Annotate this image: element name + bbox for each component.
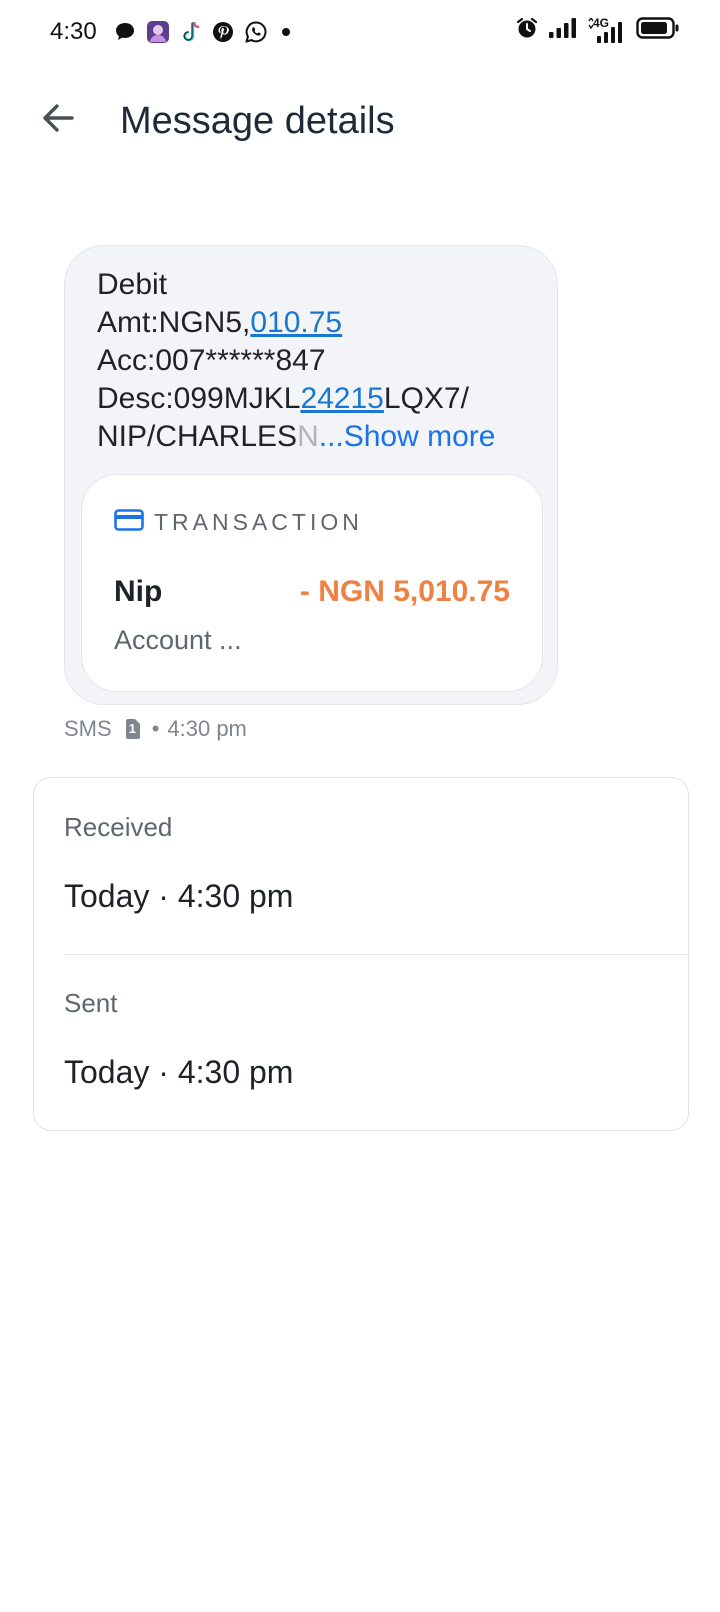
message-text: Acc:007******847 (97, 344, 326, 377)
meta-separator: • (151, 716, 160, 741)
received-value: Today · 4:30 pm (64, 878, 294, 914)
message-line: Debit (97, 266, 537, 304)
message-line: Acc:007******847 (97, 342, 537, 380)
message-line: NIP/CHARLESN...Show more (97, 418, 537, 456)
notification-icons (114, 17, 294, 47)
transaction-header: TRANSACTION (114, 509, 363, 536)
sent-value: Today · 4:30 pm (64, 1054, 294, 1090)
message-text: NIP/CHARLES (97, 420, 298, 453)
more-dot-icon (278, 17, 294, 47)
message-time: 4:30 pm (167, 716, 247, 741)
received-label: Received (64, 812, 173, 842)
back-arrow-icon (40, 100, 76, 141)
message-body[interactable]: Debit Amt:NGN5,010.75 Acc:007******847 D… (97, 266, 537, 456)
message-text: Debit (97, 268, 168, 301)
signal-icon (548, 17, 578, 44)
message-text: LQX7/ (383, 382, 469, 415)
message-bubble-icon (114, 17, 136, 47)
message-text: Amt:NGN5, (97, 306, 251, 339)
sim-1-icon: 1 (124, 718, 144, 740)
sim-number: 1 (128, 721, 136, 736)
system-indicators: 4G (515, 16, 680, 45)
message-bubble[interactable]: Debit Amt:NGN5,010.75 Acc:007******847 D… (64, 245, 558, 705)
transaction-card[interactable]: TRANSACTION Nip - NGN 5,010.75 Account .… (81, 474, 543, 692)
message-line: Amt:NGN5,010.75 (97, 304, 537, 342)
app-bar: Message details (0, 80, 720, 164)
transaction-label: TRANSACTION (154, 509, 363, 535)
battery-icon (636, 16, 680, 45)
credit-card-icon (114, 509, 144, 536)
divider (64, 954, 688, 955)
details-card: Received Today · 4:30 pm Sent Today · 4:… (33, 777, 689, 1131)
avatar-app-icon (146, 17, 170, 47)
alarm-icon (515, 16, 539, 45)
message-type: SMS (64, 716, 112, 741)
4g-signal-icon: 4G (587, 16, 627, 44)
amount-link[interactable]: 010.75 (250, 306, 342, 339)
message-meta: SMS 1 • 4:30 pm (64, 716, 247, 742)
back-button[interactable] (30, 92, 86, 148)
status-bar: 4:30 4G (0, 0, 720, 66)
status-time: 4:30 (50, 18, 97, 45)
transaction-amount: - NGN 5,010.75 (299, 575, 510, 608)
page-title: Message details (120, 100, 395, 142)
sent-label: Sent (64, 988, 118, 1018)
faded-text: N (297, 420, 319, 453)
tiktok-icon (180, 17, 202, 47)
number-link[interactable]: 24215 (300, 382, 383, 415)
transaction-name: Nip (114, 575, 163, 608)
show-more-link[interactable]: ...Show more (319, 420, 496, 453)
transaction-subtext: Account ... (114, 625, 242, 655)
message-line: Desc:099MJKL24215LQX7/ (97, 380, 537, 418)
message-text: Desc:099MJKL (97, 382, 301, 415)
whatsapp-icon (244, 17, 268, 47)
pinterest-icon (212, 17, 234, 47)
